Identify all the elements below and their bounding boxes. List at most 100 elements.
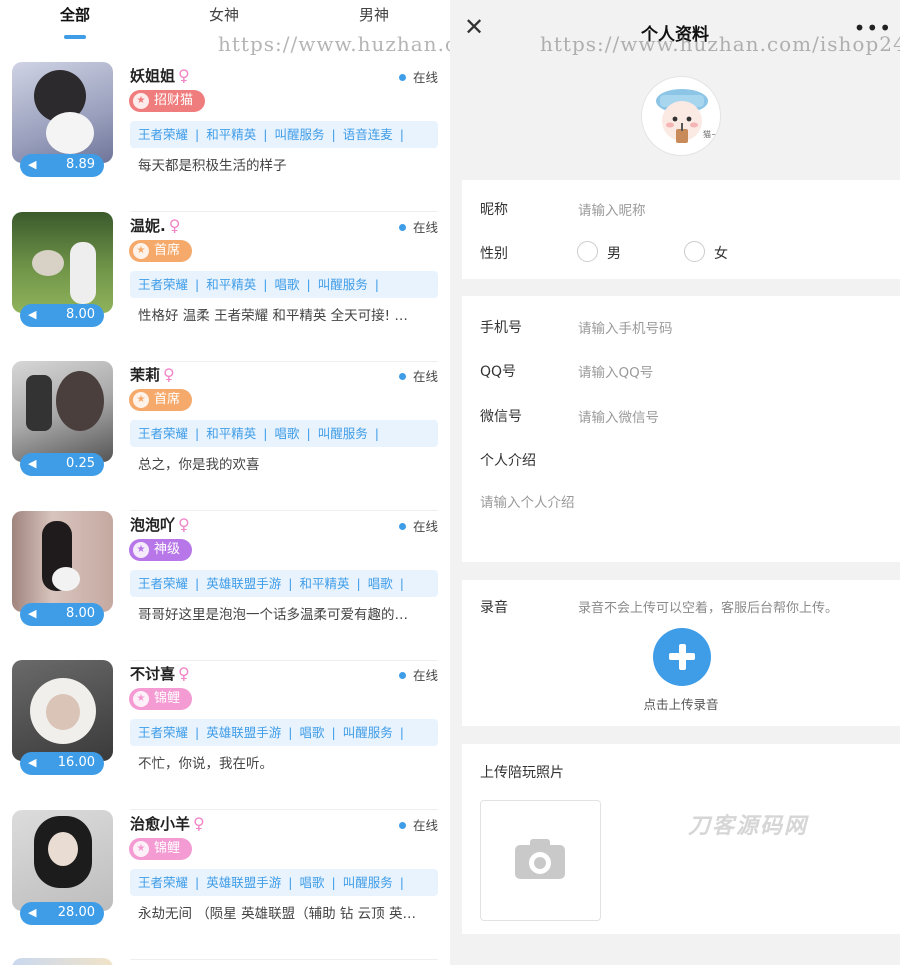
online-status: 在线 [398,665,438,684]
companion-bio: 不忙，你说，我在听。 [138,756,273,772]
upload-recording-button[interactable] [653,628,711,686]
recording-section: 录音 录音不会上传可以空着，客服后台帮你上传。 点击上传录音 [462,580,900,726]
companion-name[interactable]: 不讨喜 ♀ [130,663,190,684]
online-dot-icon [398,523,406,530]
badge-star-icon: ★ [133,392,149,408]
companion-bio: 性格好 温柔 王者荣耀 和平精英 全天可接! … [138,308,408,324]
companion-avatar[interactable] [12,212,113,313]
phone-input[interactable]: 请输入手机号码 [578,317,673,337]
nickname-label: 昵称 [480,202,508,218]
game-tag: 唱歌 [367,576,393,591]
companion-name[interactable]: 温妮. ♀ [130,215,180,236]
companion-avatar[interactable] [12,810,113,911]
level-badge: ★ 锦鲤 [129,838,193,860]
game-tag: 唱歌 [299,875,325,890]
companion-bio: 哥哥好这里是泡泡一个话多温柔可爱有趣的… [138,607,408,623]
online-status: 在线 [398,67,438,86]
voice-intro-button[interactable]: ◀ 0.25 [20,453,104,476]
companion-avatar[interactable] [12,958,113,965]
companion-bio: 总之，你是我的欢喜 [138,457,260,473]
companion-card[interactable]: ◀ 0.25 茉莉 ♀ 在线 ★ 首席 王者荣耀 | 和平精英 | 唱歌 | 叫醒服务 | 总之，… [0,361,450,511]
intro-label: 个人介绍 [480,453,536,469]
profile-form-panel: ✕ 个人资料 ••• https://www.huzhan.com/ishop2… [450,0,900,965]
game-tags: 王者荣耀 | 英雄联盟手游 | 唱歌 | 叫醒服务 | [130,869,438,896]
level-badge: ★ 首席 [129,240,193,262]
speaker-icon: ◀ [28,756,37,769]
companion-card[interactable]: ◀ 16.00 不讨喜 ♀ 在线 ★ 锦鲤 王者荣耀 | 英雄联盟手游 | 唱歌 | 叫醒服务 |… [0,660,450,810]
badge-star-icon: ★ [133,691,149,707]
voice-intro-button[interactable]: ◀ 28.00 [20,902,104,925]
companion-card[interactable]: ◀ 8.00 温妮. ♀ 在线 ★ 首席 王者荣耀 | 和平精英 | 唱歌 | 叫醒服务 | 性格… [0,212,450,362]
online-status: 在线 [398,516,438,535]
wechat-input[interactable]: 请输入微信号 [578,406,659,426]
basic-info-section: 昵称 请输入昵称 性别 男 女 [462,180,900,279]
speaker-icon: ◀ [28,457,37,470]
intro-textarea[interactable]: 请输入个人介绍 [480,491,575,511]
online-dot-icon [398,822,406,829]
game-tag: 王者荣耀 [138,277,189,292]
recording-hint: 录音不会上传可以空着，客服后台帮你上传。 [578,601,839,616]
game-tag: 和平精英 [206,426,257,441]
voice-length: 16.00 [57,755,95,770]
companion-avatar[interactable] [12,361,113,462]
voice-length: 28.00 [57,905,95,920]
recording-label: 录音 [480,600,508,616]
voice-intro-button[interactable]: ◀ 8.89 [20,154,104,177]
game-tag: 和平精英 [299,576,350,591]
companion-avatar[interactable] [12,511,113,612]
companion-name[interactable]: 妖姐姐 ♀ [130,65,190,86]
game-tag: 唱歌 [274,277,300,292]
online-dot-icon [398,224,406,231]
gender-male-label[interactable]: 男 [607,243,621,263]
game-tag: 王者荣耀 [138,127,189,142]
voice-length: 0.25 [66,456,95,471]
online-dot-icon [398,373,406,380]
game-tag: 英雄联盟手游 [206,875,282,890]
companion-avatar[interactable] [12,660,113,761]
speaker-icon: ◀ [28,308,37,321]
tab-god[interactable]: 男神 [359,4,389,25]
watermark-text: https://www.huzhan.com/ishop24626 [218,32,450,56]
game-tag: 英雄联盟手游 [206,725,282,740]
gender-female-radio[interactable] [684,241,705,262]
game-tag: 叫醒服务 [317,277,368,292]
gender-label: 性别 [480,246,508,262]
companion-avatar[interactable] [12,62,113,163]
tab-goddess[interactable]: 女神 [209,4,239,25]
game-tags: 王者荣耀 | 和平精英 | 叫醒服务 | 语音连麦 | [130,121,438,148]
companion-name[interactable]: 泡泡吖 ♀ [130,514,190,535]
companion-card[interactable]: ◀ 28.00 治愈小羊 ♀ 在线 ★ 锦鲤 王者荣耀 | 英雄联盟手游 | 唱歌 | 叫醒服务… [0,810,450,960]
qq-input[interactable]: 请输入QQ号 [578,361,653,381]
voice-length: 8.89 [66,157,95,172]
level-badge: ★ 锦鲤 [129,688,193,710]
companion-name[interactable]: 茉莉 ♀ [130,364,175,385]
nickname-input[interactable]: 请输入昵称 [578,199,646,219]
companion-card[interactable]: ◀ 8.89 妖姐姐 ♀ 在线 ★ 招财猫 王者荣耀 | 和平精英 | 叫醒服务 | 语音连麦 |… [0,62,450,212]
qq-label: QQ号 [480,364,517,380]
female-icon: ♀ [178,66,190,85]
companion-card[interactable]: ◀ 8.00 泡泡吖 ♀ 在线 ★ 神级 王者荣耀 | 英雄联盟手游 | 和平精英 | 唱歌 | … [0,511,450,661]
avatar-caption: 猫~ [703,130,718,139]
avatar[interactable]: 猫~ [641,76,721,156]
photo-upload-box[interactable] [480,800,601,921]
tab-all[interactable]: 全部 [60,4,90,25]
voice-intro-button[interactable]: ◀ 16.00 [20,752,104,775]
gender-male-radio[interactable] [577,241,598,262]
speaker-icon: ◀ [28,906,37,919]
voice-intro-button[interactable]: ◀ 8.00 [20,603,104,626]
game-tags: 王者荣耀 | 英雄联盟手游 | 和平精英 | 唱歌 | [130,570,438,597]
game-tag: 叫醒服务 [342,725,393,740]
female-icon: ♀ [193,814,205,833]
level-badge: ★ 招财猫 [129,90,206,112]
companion-name[interactable]: 治愈小羊 ♀ [130,813,205,834]
companion-bio: 永劫无间 （陨星 英雄联盟（辅助 钻 云顶 英… [138,906,416,922]
upload-recording-caption[interactable]: 点击上传录音 [462,694,900,713]
game-tag: 英雄联盟手游 [206,576,282,591]
gender-female-label[interactable]: 女 [714,243,728,263]
game-tag: 王者荣耀 [138,725,189,740]
voice-intro-button[interactable]: ◀ 8.00 [20,304,104,327]
online-dot-icon [398,672,406,679]
game-tags: 王者荣耀 | 和平精英 | 唱歌 | 叫醒服务 | [130,420,438,447]
game-tags: 王者荣耀 | 和平精英 | 唱歌 | 叫醒服务 | [130,271,438,298]
companion-list-panel: 全部 女神 男神 https://www.huzhan.com/ishop246… [0,0,450,965]
